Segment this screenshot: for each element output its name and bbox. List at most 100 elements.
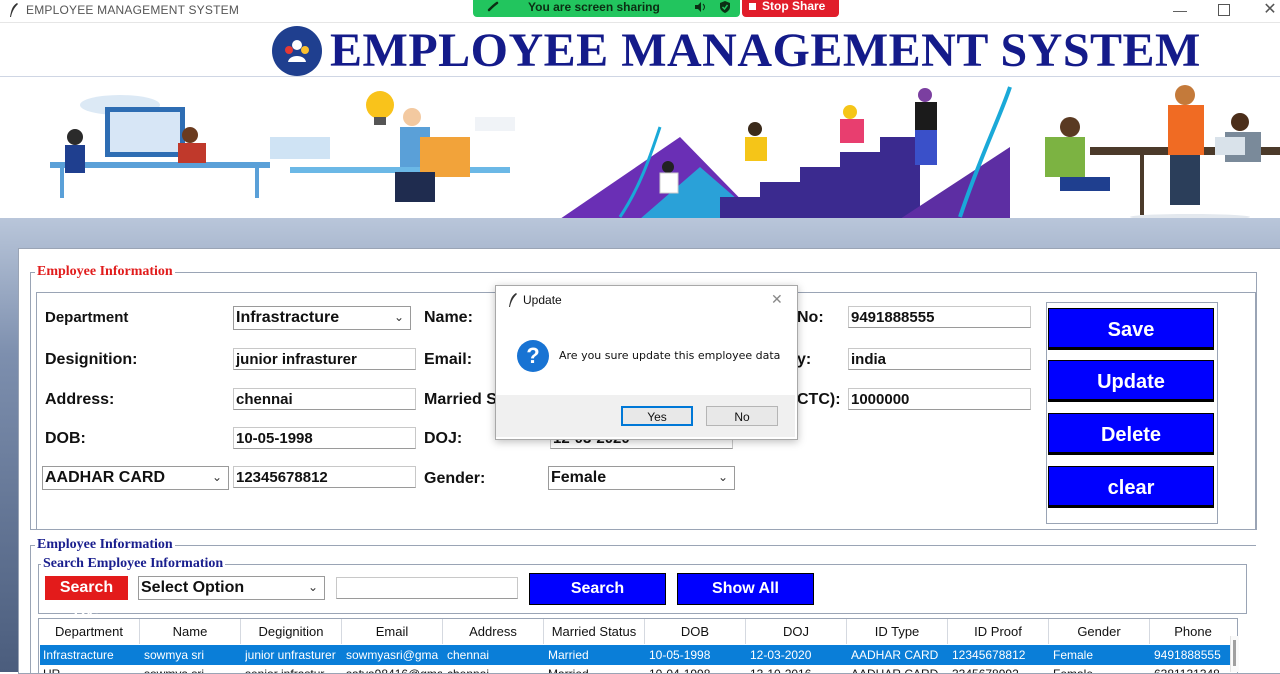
table-cell: 13-10-2016 <box>750 667 812 674</box>
table-cell: sowmya sri <box>144 648 205 662</box>
feather-icon <box>509 293 517 307</box>
gender-value: Female <box>551 469 607 486</box>
table-cell: 9491888555 <box>1154 648 1221 662</box>
app-logo <box>272 26 322 76</box>
id-type-value: AADHAR CARD <box>45 469 165 486</box>
table-cell: chennai <box>447 667 490 674</box>
phone-input[interactable]: 9491888555 <box>848 306 1031 328</box>
stop-share-button[interactable]: Stop Share <box>742 0 839 17</box>
banner-illustration <box>0 76 1280 219</box>
save-button[interactable]: Save <box>1048 308 1214 350</box>
dialog-close-button[interactable]: ✕ <box>771 291 783 308</box>
department-value: Infrastracture <box>236 309 340 326</box>
window-title: EMPLOYEE MANAGEMENT SYSTEM <box>26 3 240 17</box>
table-cell: 3345678992 <box>952 667 1019 674</box>
married-status-label: Married S <box>424 391 497 408</box>
id-type-select[interactable]: AADHAR CARD ⌄ <box>42 466 229 490</box>
column-header[interactable]: DOB <box>645 619 746 644</box>
table-cell: Female <box>1053 648 1094 662</box>
dialog-message: Are you sure update this employee data <box>559 349 781 362</box>
chevron-down-icon: ⌄ <box>717 470 728 484</box>
address-input[interactable]: chennai <box>233 388 416 410</box>
table-cell: Married <box>548 648 589 662</box>
screen-share-status: You are screen sharing <box>528 0 660 14</box>
department-select[interactable]: Infrastracture ⌄ <box>233 306 411 330</box>
column-header[interactable]: Phone <box>1150 619 1236 644</box>
name-label: Name: <box>424 309 473 326</box>
table-scrollbar-thumb[interactable] <box>1233 640 1236 666</box>
employee-list-legend: Employee Information <box>35 537 175 553</box>
feather-icon <box>10 3 18 17</box>
table-cell: sowmya sri <box>144 667 205 674</box>
chevron-down-icon: ⌄ <box>211 470 222 484</box>
chevron-down-icon: ⌄ <box>307 580 318 594</box>
search-field-select[interactable]: Select Option ⌄ <box>138 576 325 600</box>
search-button[interactable]: Search <box>529 573 666 605</box>
column-header[interactable]: Department <box>39 619 140 644</box>
column-header[interactable]: Address <box>443 619 544 644</box>
table-cell: chennai <box>447 648 490 662</box>
column-header[interactable]: ID Type <box>847 619 948 644</box>
column-header[interactable]: ID Proof <box>948 619 1049 644</box>
stop-icon <box>749 3 756 10</box>
column-header[interactable]: Gender <box>1049 619 1150 644</box>
speaker-icon[interactable] <box>694 1 708 13</box>
email-label: Email: <box>424 351 473 368</box>
table-cell: 6381131348 <box>1154 667 1220 674</box>
doj-label: DOJ: <box>424 430 463 447</box>
employee-table[interactable]: Department Name Degignition Email Addres… <box>38 618 1238 674</box>
dialog-no-button[interactable]: No <box>706 406 778 426</box>
employee-info-legend: Employee Information <box>35 264 175 280</box>
table-cell: sowmyasri@gma <box>346 648 439 662</box>
table-cell: Infrastracture <box>43 648 114 662</box>
chevron-down-icon: ⌄ <box>393 310 404 324</box>
dob-input[interactable]: 10-05-1998 <box>233 427 416 449</box>
stop-share-label: Stop Share <box>762 0 826 13</box>
salary-input[interactable]: 1000000 <box>848 388 1031 410</box>
phone-label: No: <box>797 309 824 326</box>
dialog-title: Update <box>523 293 562 307</box>
table-cell: HR <box>43 667 61 674</box>
close-window-button[interactable]: ✕ <box>1262 1 1278 19</box>
question-icon: ? <box>517 340 549 372</box>
table-cell: AADHAR CARD <box>851 648 939 662</box>
table-cell: 10-05-1998 <box>649 648 711 662</box>
shield-icon[interactable] <box>719 1 731 13</box>
search-field-value: Select Option <box>141 579 245 596</box>
column-header[interactable]: Name <box>140 619 241 644</box>
minimize-button[interactable]: — <box>1172 2 1188 18</box>
gender-label: Gender: <box>424 470 486 487</box>
gender-select[interactable]: Female ⌄ <box>548 466 735 490</box>
dialog-yes-button[interactable]: Yes <box>621 406 693 426</box>
maximize-button[interactable] <box>1218 4 1230 16</box>
table-cell: Female <box>1053 667 1094 674</box>
table-cell: 12-03-2020 <box>750 648 812 662</box>
column-header[interactable]: DOJ <box>746 619 847 644</box>
salary-label: CTC): <box>797 391 841 408</box>
column-header[interactable]: Married Status <box>544 619 645 644</box>
table-cell: 12345678812 <box>952 648 1026 662</box>
department-label: Department <box>45 309 129 326</box>
search-legend: Search Employee Information <box>41 556 226 572</box>
id-proof-input[interactable]: 12345678812 <box>233 466 416 488</box>
designation-label: Designition: <box>45 351 138 368</box>
column-header[interactable]: Email <box>342 619 443 644</box>
page-title: EMPLOYEE MANAGEMENT SYSTEM <box>330 24 1201 77</box>
search-by-label: Search By: <box>45 576 128 620</box>
show-all-button[interactable]: Show All <box>677 573 814 605</box>
table-cell: Married <box>548 667 589 674</box>
search-input[interactable] <box>336 577 518 599</box>
table-cell: senior infrastur <box>245 667 325 674</box>
column-header[interactable]: Degignition <box>241 619 342 644</box>
update-button[interactable]: Update <box>1048 360 1214 402</box>
phone-icon <box>487 1 499 12</box>
dob-label: DOB: <box>45 430 86 447</box>
clear-button[interactable]: clear <box>1048 466 1214 508</box>
table-cell: satya98416@gma <box>346 667 442 674</box>
delete-button[interactable]: Delete <box>1048 413 1214 455</box>
table-cell: AADHAR CARD <box>851 667 939 674</box>
table-cell: 10-04-1998 <box>649 667 711 674</box>
country-input[interactable]: india <box>848 348 1031 370</box>
designation-input[interactable]: junior infrasturer <box>233 348 416 370</box>
address-label: Address: <box>45 391 115 408</box>
